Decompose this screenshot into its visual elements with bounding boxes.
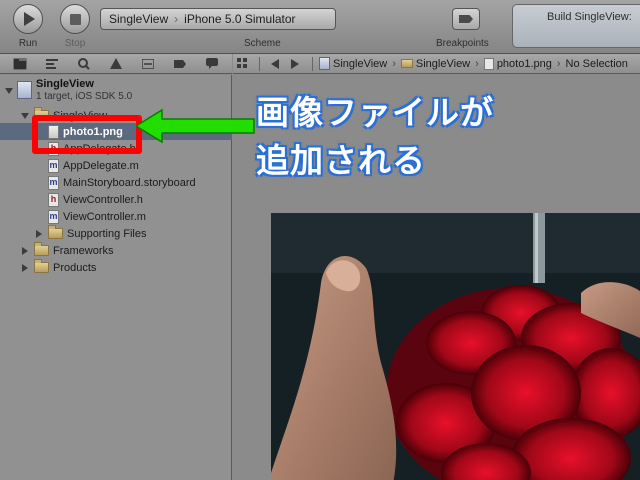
group-label: Frameworks [53,244,114,257]
folder-icon [34,259,49,273]
run-label: Run [18,38,38,49]
group-products[interactable]: Products [20,259,96,276]
file-label: ViewController.h [63,193,143,206]
chevron-right-icon: › [556,57,561,70]
jump-crumb-group[interactable]: SingleView [416,58,470,70]
scheme-destination: iPhone 5.0 Simulator [184,12,296,26]
list-icon [142,58,154,69]
breakpoint-tab-icon [174,59,186,68]
chevron-left-icon [271,58,279,69]
disclosure-right-icon [22,263,28,272]
group-frameworks[interactable]: Frameworks [20,242,114,259]
project-icon [319,57,330,70]
chevron-right-icon [291,58,299,69]
file-item[interactable]: h ViewController.h [48,191,143,208]
group-label: Products [53,261,97,274]
symbol-navigator-tab[interactable] [45,58,59,70]
jump-crumb-project[interactable]: SingleView [333,58,387,70]
forward-button[interactable] [286,55,304,73]
breakpoints-button[interactable] [452,8,480,30]
warning-icon [110,58,122,69]
project-subtitle: 1 target, iOS SDK 5.0 [36,91,133,102]
project-name[interactable]: SingleView [36,78,94,90]
annotation-line-2: 追加される [256,141,426,180]
back-button[interactable] [266,55,284,73]
issue-navigator-tab[interactable] [109,58,123,70]
image-preview [271,213,640,480]
toolbar: Run Stop SingleView › iPhone 5.0 Simulat… [0,0,640,54]
storyboard-file-icon: m [48,175,59,190]
file-item[interactable]: m ViewController.m [48,208,146,225]
chevron-right-icon: › [392,57,396,70]
highlight-box [32,115,142,154]
project-navigator-tab[interactable] [13,57,27,70]
file-label: AppDelegate.m [63,159,139,172]
group-supporting-files[interactable]: Supporting Files [34,225,147,242]
jump-crumb-file[interactable]: photo1.png [497,58,552,70]
disclosure-right-icon [22,246,28,255]
log-navigator-tab[interactable] [205,58,219,70]
chevron-right-icon: › [174,12,179,26]
play-icon [13,4,43,34]
related-items-button[interactable] [233,55,251,73]
file-label: ViewController.m [63,210,146,223]
disclosure-right-icon [36,229,42,238]
grid-icon [236,58,247,68]
file-label: MainStoryboard.storyboard [63,176,196,189]
scheme-popup[interactable]: SingleView › iPhone 5.0 Simulator [100,8,336,30]
jump-bar: SingleView › SingleView › photo1.png › N… [233,54,640,74]
activity-viewer: Build SingleView: [512,4,640,48]
jump-crumb-selection[interactable]: No Selection [566,58,628,70]
folder-icon [48,225,63,239]
breakpoint-navigator-tab[interactable] [173,58,187,70]
debug-navigator-tab[interactable] [141,58,155,70]
implementation-file-icon: m [48,158,59,173]
file-item[interactable]: m MainStoryboard.storyboard [48,174,196,191]
disclosure-down-icon [21,112,29,119]
stop-label: Stop [64,38,86,49]
divider [312,56,313,71]
group-label: Supporting Files [67,227,147,240]
xcode-project-icon [17,81,32,99]
file-item[interactable]: m AppDelegate.m [48,157,139,174]
arrow-left-icon [136,108,255,144]
folder-icon [400,59,413,68]
divider [259,56,260,71]
search-navigator-tab[interactable] [77,57,91,70]
image-file-icon [483,57,494,70]
navigator-selector-bar [0,54,232,74]
flower-photo [271,213,640,480]
breakpoints-label: Breakpoints [436,38,489,49]
chevron-right-icon: › [475,57,479,70]
breakpoint-icon [459,15,473,23]
stop-icon [60,4,90,34]
activity-text: Build SingleView: [547,11,632,23]
search-icon [78,57,90,70]
disclosure-down-icon [5,87,13,94]
implementation-file-icon: m [48,209,59,224]
scheme-target: SingleView [109,12,169,26]
folder-icon [34,242,49,256]
annotation-line-1: 画像ファイルが [256,93,494,132]
scheme-caption: Scheme [244,38,281,49]
project-disclosure[interactable] [5,82,17,99]
speech-bubble-icon [206,58,218,69]
hierarchy-icon [46,58,58,69]
stop-button[interactable]: Stop [55,4,95,49]
run-button[interactable]: Run [8,4,48,49]
header-file-icon: h [48,192,59,207]
folder-icon [14,58,26,69]
